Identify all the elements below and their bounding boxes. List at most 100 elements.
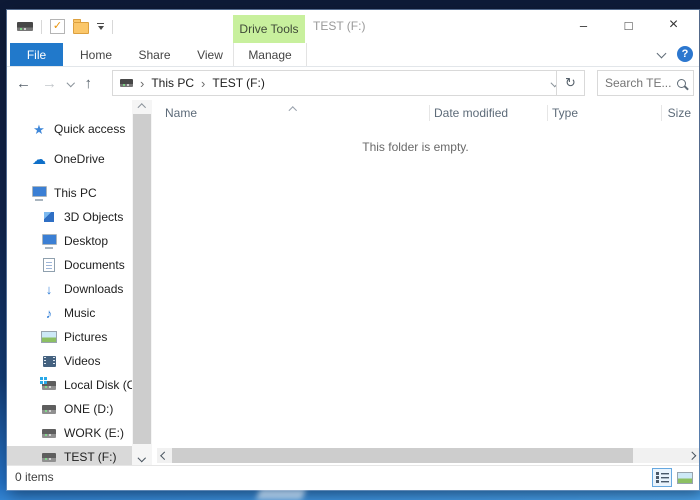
drive-icon xyxy=(41,405,57,414)
sidebar-item-label: Pictures xyxy=(64,330,107,344)
close-button[interactable]: × xyxy=(651,10,696,40)
breadcrumb-chevron-icon[interactable]: › xyxy=(140,76,144,91)
monitor-icon xyxy=(31,186,47,200)
music-note-icon: ♪ xyxy=(41,307,57,320)
toolbar-separator xyxy=(41,20,42,34)
search-icon[interactable] xyxy=(677,79,686,88)
sidebar-item-label: Downloads xyxy=(64,282,123,296)
file-explorer-window: ✓ Drive Tools TEST (F:) – □ × File Home … xyxy=(7,10,699,490)
help-button[interactable]: ? xyxy=(677,46,693,62)
search-box xyxy=(597,70,694,96)
column-header-row: Name Date modified Type Size xyxy=(157,100,699,126)
forward-button[interactable]: → xyxy=(42,76,57,91)
sidebar-item-3d-objects[interactable]: 3D Objects xyxy=(7,206,132,228)
chevron-right-icon xyxy=(688,452,696,460)
sidebar-item-label: OneDrive xyxy=(54,152,105,166)
tab-view[interactable]: View xyxy=(184,43,236,66)
navigation-pane: ★ Quick access ☁ OneDrive This PC 3D Obj… xyxy=(7,100,132,466)
file-list-area: Name Date modified Type Size This folder… xyxy=(157,100,699,466)
back-button[interactable]: ← xyxy=(16,76,31,91)
sidebar-item-label: Music xyxy=(64,306,95,320)
film-icon xyxy=(41,356,57,367)
sidebar-item-work-e[interactable]: WORK (E:) xyxy=(7,422,132,444)
column-header-date-modified[interactable]: Date modified xyxy=(430,100,547,126)
main-area: ★ Quick access ☁ OneDrive This PC 3D Obj… xyxy=(7,100,699,466)
sort-ascending-icon xyxy=(290,102,296,116)
drive-tools-contextual-tab[interactable]: Drive Tools xyxy=(233,15,305,43)
refresh-button[interactable]: ↻ xyxy=(556,70,585,96)
sidebar-item-onedrive[interactable]: ☁ OneDrive xyxy=(7,148,132,170)
address-box[interactable]: › This PC › TEST (F:) xyxy=(112,70,566,96)
scrollbar-thumb[interactable] xyxy=(133,114,151,444)
column-header-size[interactable]: Size xyxy=(662,100,699,126)
drive-icon xyxy=(41,453,57,462)
chevron-down-icon xyxy=(138,454,146,462)
toolbar-separator xyxy=(112,20,113,34)
scroll-down-button[interactable] xyxy=(132,451,152,464)
sidebar-item-this-pc[interactable]: This PC xyxy=(7,182,132,204)
sidebar-item-local-disk-c[interactable]: Local Disk (C:) xyxy=(7,374,132,396)
sidebar-item-label: Documents xyxy=(64,258,125,272)
minimize-ribbon-chevron-icon[interactable] xyxy=(657,49,667,59)
sidebar-item-label: Local Disk (C:) xyxy=(64,378,143,392)
horizontal-scrollbar[interactable] xyxy=(157,448,699,463)
recent-locations-chevron-icon[interactable] xyxy=(67,79,75,87)
breadcrumb-chevron-icon[interactable]: › xyxy=(201,76,205,91)
sidebar-item-label: Quick access xyxy=(54,122,125,136)
sidebar-item-downloads[interactable]: ↓ Downloads xyxy=(7,278,132,300)
cloud-icon: ☁ xyxy=(31,152,47,166)
chevron-down-icon xyxy=(98,26,104,30)
sidebar-item-pictures[interactable]: Pictures xyxy=(7,326,132,348)
sidebar-item-documents[interactable]: Documents xyxy=(7,254,132,276)
sidebar-item-one-d[interactable]: ONE (D:) xyxy=(7,398,132,420)
minimize-button[interactable]: – xyxy=(561,10,606,40)
windows-drive-icon xyxy=(41,381,57,390)
scroll-right-button[interactable] xyxy=(684,453,699,459)
ribbon-tab-row: File Home Share View Manage ? xyxy=(7,43,699,67)
drive-icon xyxy=(41,429,57,438)
sidebar-item-label: ONE (D:) xyxy=(64,402,113,416)
details-view-button[interactable] xyxy=(652,468,672,487)
scrollbar-thumb[interactable] xyxy=(172,448,633,463)
maximize-button[interactable]: □ xyxy=(606,10,651,40)
customize-toolbar-dropdown[interactable] xyxy=(97,23,104,31)
items-count: 0 items xyxy=(15,470,54,484)
sidebar-item-quick-access[interactable]: ★ Quick access xyxy=(7,118,132,140)
details-list-icon xyxy=(656,472,669,483)
tab-manage[interactable]: Manage xyxy=(233,43,307,66)
tab-share[interactable]: Share xyxy=(127,43,182,66)
view-switcher xyxy=(652,468,695,487)
new-folder-button[interactable] xyxy=(73,22,89,34)
up-button[interactable]: ↑ xyxy=(85,76,93,91)
thumbnail-icon xyxy=(677,472,693,484)
title-bar: ✓ Drive Tools TEST (F:) – □ × xyxy=(7,10,699,43)
empty-folder-message: This folder is empty. xyxy=(157,140,674,154)
scrollbar-track[interactable] xyxy=(172,448,684,463)
search-input[interactable] xyxy=(598,76,677,90)
cube-icon xyxy=(41,212,57,222)
sidebar-scrollbar[interactable] xyxy=(132,100,152,466)
properties-button[interactable]: ✓ xyxy=(50,19,65,34)
column-header-type[interactable]: Type xyxy=(548,100,661,126)
sidebar-item-label: This PC xyxy=(54,186,97,200)
sidebar-item-label: Videos xyxy=(64,354,100,368)
scroll-up-button[interactable] xyxy=(132,101,152,114)
address-bar-row: ← → ↑ › This PC › TEST (F:) ↻ xyxy=(7,67,699,99)
window-controls: – □ × xyxy=(561,10,696,40)
sidebar-item-music[interactable]: ♪ Music xyxy=(7,302,132,324)
chevron-left-icon xyxy=(161,452,169,460)
chevron-up-icon xyxy=(138,104,146,112)
star-icon: ★ xyxy=(31,123,47,136)
sidebar-item-videos[interactable]: Videos xyxy=(7,350,132,372)
breadcrumb-this-pc[interactable]: This PC xyxy=(151,76,194,90)
scroll-left-button[interactable] xyxy=(157,453,172,459)
sidebar-item-label: 3D Objects xyxy=(64,210,123,224)
tab-file[interactable]: File xyxy=(10,43,63,66)
breadcrumb-test-drive[interactable]: TEST (F:) xyxy=(212,76,264,90)
monitor-icon xyxy=(41,234,57,248)
sidebar-item-label: WORK (E:) xyxy=(64,426,124,440)
tab-home[interactable]: Home xyxy=(67,43,125,66)
sidebar-item-desktop[interactable]: Desktop xyxy=(7,230,132,252)
thumbnails-view-button[interactable] xyxy=(675,468,695,487)
sidebar-item-label: TEST (F:) xyxy=(64,450,116,464)
